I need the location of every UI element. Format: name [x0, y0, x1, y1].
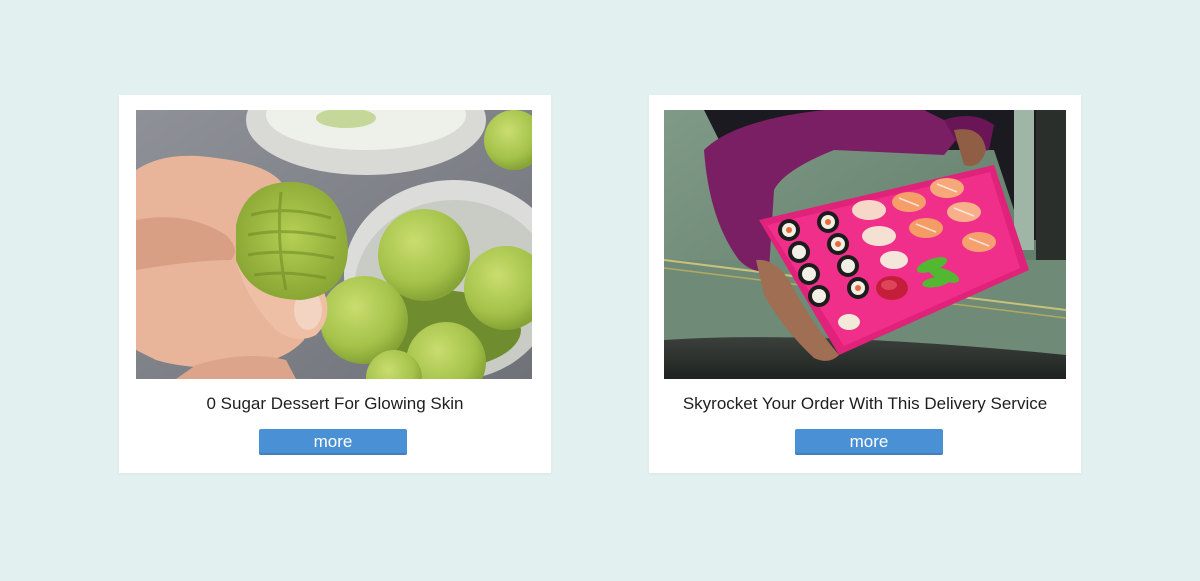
article-card-sushi: Skyrocket Your Order With This Delivery …	[649, 95, 1081, 473]
matcha-dessert-photo[interactable]	[136, 110, 532, 379]
card-title: Skyrocket Your Order With This Delivery …	[682, 394, 1048, 413]
more-button[interactable]: more	[795, 429, 943, 455]
card-title: 0 Sugar Dessert For Glowing Skin	[206, 394, 464, 413]
article-card-matcha: 0 Sugar Dessert For Glowing Skin more	[119, 95, 551, 473]
sushi-delivery-photo[interactable]	[664, 110, 1066, 379]
more-button[interactable]: more	[259, 429, 407, 455]
